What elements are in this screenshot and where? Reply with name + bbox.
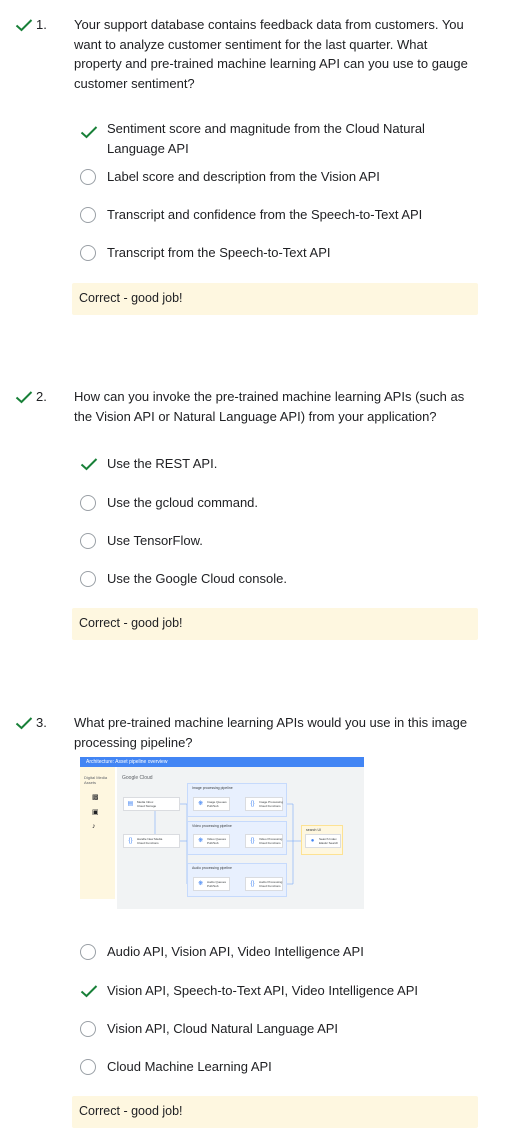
feedback-text: Correct - good job! [79,291,183,305]
audio-queue-node: ❋ Audio Queues Pub/Sub [193,877,230,891]
feedback-box: Correct - good job! [72,1096,478,1128]
node-label: Video Processing Cloud Functions [259,837,283,845]
pubsub-icon: ❋ [197,801,204,807]
digital-media-assets-label: Digital Media Assets [84,775,108,785]
feedback-box: Correct - good job! [72,608,478,640]
video-queue-node: ❋ Video Queues Pub/Sub [193,834,230,848]
search-icon: ● [310,838,315,844]
diagram-header: Architecture: Asset pipeline overview [80,757,364,767]
google-cloud-panel: Google Cloud ▤ Media Inbox Cloud Storage… [117,767,364,909]
option-label: Use the REST API. [107,456,218,471]
image-queue-node: ❋ Image Queues Pub/Sub [193,797,230,811]
answer-option[interactable]: Cloud Machine Learning API [78,1055,488,1079]
correct-check-icon [80,126,98,139]
diagram-header-text: Architecture: Asset pipeline overview [86,759,168,765]
pubsub-icon: ❋ [197,881,204,887]
lane-title: Video processing pipeline [192,824,232,828]
answer-option[interactable]: Use the gcloud command. [78,491,488,515]
answer-option[interactable]: Transcript from the Speech-to-Text API [78,241,488,265]
correct-check-icon [15,717,33,730]
node-label: Image Queues Pub/Sub [207,800,227,808]
option-label: Transcript from the Speech-to-Text API [107,245,331,260]
answer-option[interactable]: Vision API, Speech-to-Text API, Video In… [78,979,488,1003]
option-label: Audio API, Vision API, Video Intelligenc… [107,944,364,959]
node-label: Audio Queues Pub/Sub [207,880,227,888]
camera-icon: ▩ [92,794,99,801]
answer-option[interactable]: Vision API, Cloud Natural Language API [78,1017,488,1041]
option-label: Use the Google Cloud console. [107,571,287,586]
question-text: Your support database contains feedback … [74,17,468,91]
lane-title: search UI [306,828,321,832]
functions-icon: {} [250,881,255,887]
functions-icon: {} [250,838,255,844]
lane-title: Image processing pipeline [192,786,233,790]
correct-check-icon [15,391,33,404]
correct-check-icon [80,458,98,471]
radio-button[interactable] [80,571,96,587]
media-inbox-node: ▤ Media Inbox Cloud Storage [123,797,180,811]
option-label: Vision API, Speech-to-Text API, Video In… [107,983,418,998]
lane-title: Audio processing pipeline [192,866,232,870]
question-text: How can you invoke the pre-trained machi… [74,389,465,424]
radio-button[interactable] [80,207,96,223]
answer-option[interactable]: Use the REST API. [78,452,488,476]
radio-button[interactable] [80,533,96,549]
functions-icon: {} [128,838,133,844]
correct-check-icon [15,19,33,32]
option-label: Label score and description from the Vis… [107,169,380,184]
radio-button[interactable] [80,1021,96,1037]
answer-option[interactable]: Use the Google Cloud console. [78,567,488,591]
feedback-box: Correct - good job! [72,283,478,315]
pipeline-diagram: Architecture: Asset pipeline overview Di… [80,757,364,909]
video-processing-node: {} Video Processing Cloud Functions [245,834,283,848]
node-label: Image Processing Cloud Functions [259,800,284,808]
answer-option[interactable]: Transcript and confidence from the Speec… [78,203,488,227]
question-number: 1. [36,17,47,32]
node-label: Handle New Media Cloud Functions [137,837,163,845]
question-number: 3. [36,715,47,730]
node-label: Video Queues Pub/Sub [207,837,226,845]
option-label: Use the gcloud command. [107,495,259,510]
image-processing-node: {} Image Processing Cloud Functions [245,797,283,811]
digital-media-assets-panel: Digital Media Assets ▩ ▣ ♪ [80,767,115,899]
radio-button[interactable] [80,245,96,261]
option-label: Sentiment score and magnitude from the C… [107,121,425,156]
storage-icon: ▤ [127,801,134,807]
music-note-icon: ♪ [92,823,96,830]
audio-processing-node: {} Audio Processing Cloud Functions [245,877,283,891]
correct-check-icon [80,985,98,998]
radio-button[interactable] [80,495,96,511]
node-label: Media Inbox Cloud Storage [137,800,157,808]
node-label: Audio Processing Cloud Functions [259,880,283,888]
search-index-node: ● Search Index Elastic Search [305,834,341,848]
option-label: Use TensorFlow. [107,533,203,548]
feedback-text: Correct - good job! [79,1104,183,1118]
answer-option[interactable]: Sentiment score and magnitude from the C… [78,117,488,157]
radio-button[interactable] [80,1059,96,1075]
option-label: Cloud Machine Learning API [107,1059,272,1074]
question-number: 2. [36,389,47,404]
answer-option[interactable]: Audio API, Vision API, Video Intelligenc… [78,940,488,964]
option-label: Transcript and confidence from the Speec… [107,207,423,222]
radio-button[interactable] [80,944,96,960]
pubsub-icon: ❋ [197,838,204,844]
answer-option[interactable]: Label score and description from the Vis… [78,165,488,189]
node-label: Search Index Elastic Search [319,837,339,845]
question-text: What pre-trained machine learning APIs w… [74,715,468,750]
option-label: Vision API, Cloud Natural Language API [107,1021,339,1036]
functions-icon: {} [250,801,255,807]
handle-new-media-node: {} Handle New Media Cloud Functions [123,834,180,848]
video-icon: ▣ [92,809,99,816]
radio-button[interactable] [80,169,96,185]
answer-option[interactable]: Use TensorFlow. [78,529,488,553]
feedback-text: Correct - good job! [79,616,183,630]
